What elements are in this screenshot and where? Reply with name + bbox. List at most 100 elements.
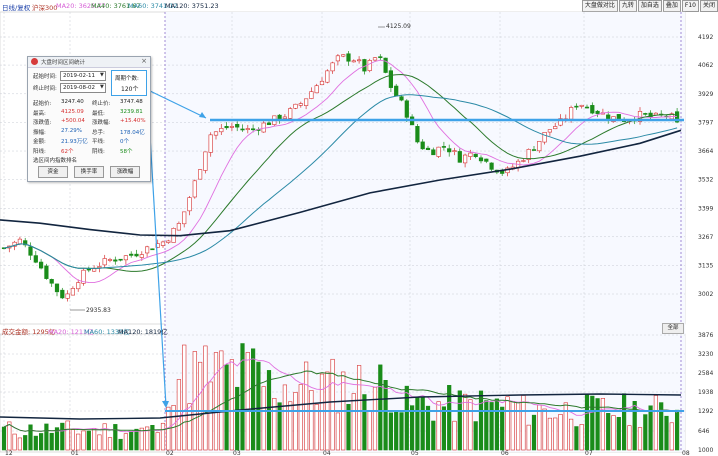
stat-label: 阴线: [92, 148, 105, 155]
stat-label: 总手: [92, 129, 105, 136]
candle-down [420, 141, 425, 150]
month-tick-label: 03 [233, 450, 241, 456]
volume-bar-down [378, 364, 383, 451]
volume-bar-up [335, 412, 341, 451]
candle-down [60, 289, 65, 299]
volume-bar-down [473, 421, 478, 451]
month-tick-label: 07 [585, 450, 593, 456]
price-tick-label: 3267 [698, 234, 713, 241]
candle-up [452, 150, 457, 152]
candle-down [394, 85, 399, 97]
volume-bar-down [129, 430, 134, 451]
candle-up [553, 126, 558, 130]
candle-up [76, 282, 81, 290]
stat-label: 振幅: [33, 129, 46, 136]
candle-up [547, 129, 552, 133]
turnover-button[interactable]: 换手率 [74, 166, 104, 178]
volume-tick-label: 2584 [698, 370, 713, 377]
app-logo-icon [31, 58, 38, 65]
candle-up [282, 116, 288, 119]
volume-bar-down [621, 393, 627, 451]
volume-bar-down [113, 424, 118, 451]
candle-down [447, 148, 452, 153]
interval-stats-dialog[interactable]: 大盘时间区间统计 × 起始时间: 2019-02-11 ▼ 终止时间: 2019… [27, 56, 151, 182]
candle-down [134, 253, 139, 257]
candle-down [44, 265, 49, 279]
volume-bar-up [372, 387, 378, 451]
candle-up [213, 131, 219, 136]
close-icon[interactable]: × [141, 57, 147, 65]
period-count-box: 周期个数: 120个 [111, 70, 147, 96]
candle-up [17, 238, 23, 245]
volume-bar-up [293, 392, 298, 451]
volume-bar-up [97, 434, 102, 451]
volume-bar-up [303, 361, 309, 451]
volume-bar-down [60, 422, 65, 451]
volume-bar-down [431, 420, 436, 451]
volume-bar-down [616, 417, 621, 451]
volume-bar-down [478, 390, 484, 451]
volume-bar-up [70, 429, 75, 451]
volume-bar-up [92, 428, 97, 451]
month-tick-label: 02 [166, 450, 174, 456]
candle-down [383, 57, 388, 73]
candle-down [457, 151, 462, 163]
volume-bar-down [1, 426, 7, 451]
candle-up [330, 62, 335, 72]
candle-up [542, 132, 547, 143]
volume-bar-down [643, 414, 648, 451]
candle-down [584, 106, 590, 109]
end-time-label: 终止时间: [33, 86, 57, 92]
stat-value: 3247.40 [61, 99, 84, 105]
volume-bar-down [584, 393, 590, 451]
volume-bar-down [388, 412, 394, 451]
candle-down [404, 100, 409, 118]
candle-up [325, 70, 330, 83]
candle-up [187, 197, 192, 212]
candle-up [229, 126, 235, 128]
volume-bar-up [182, 344, 187, 451]
candle-up [462, 154, 468, 164]
candle-down [478, 157, 484, 162]
dialog-titlebar[interactable]: 大盘时间区间统计 × [28, 57, 150, 68]
volume-bar-up [17, 437, 23, 451]
volume-bar-up [611, 415, 616, 451]
candle-up [97, 266, 102, 268]
all-button[interactable]: 全部 [662, 323, 684, 334]
volume-bar-up [526, 424, 531, 451]
candle-up [537, 140, 542, 152]
capital-button[interactable]: 资金 [38, 166, 68, 178]
stat-value: 58个 [120, 148, 133, 155]
price-tick-label: 4192 [698, 34, 713, 41]
volume-bar-up [102, 423, 107, 451]
volume-bar-up [351, 393, 356, 451]
candle-up [198, 169, 203, 180]
candle-down [235, 123, 240, 128]
volume-bar-up [123, 433, 128, 451]
volume-bar-up [65, 420, 70, 451]
stat-value: 3239.81 [120, 108, 143, 115]
change-pct-button[interactable]: 涨跌幅 [110, 166, 140, 178]
volume-tick-label: 1938 [698, 389, 713, 396]
month-tick-label: 08 [682, 450, 690, 456]
price-tick-label: 3399 [698, 205, 713, 212]
candle-down [473, 153, 478, 158]
volume-bar-down [256, 361, 261, 451]
volume-bar-up [261, 386, 266, 451]
candle-up [261, 122, 266, 133]
volume-bar-down [484, 400, 489, 451]
volume-bar-down [134, 428, 139, 451]
chevron-down-icon[interactable]: ▼ [100, 84, 104, 90]
volume-bar-up [558, 414, 563, 451]
ranking-section-label: 选区间内指数排名 [33, 158, 78, 164]
volume-tick-label: 3230 [698, 351, 713, 358]
stat-value: 62个 [61, 148, 74, 155]
chevron-down-icon[interactable]: ▼ [100, 72, 104, 78]
volume-bar-up [579, 424, 584, 451]
candle-up [293, 103, 298, 109]
volume-bar-up [515, 402, 521, 451]
volume-bar-down [457, 390, 462, 451]
volume-bar-down [595, 398, 600, 451]
candle-up [568, 107, 574, 120]
candle-down [425, 147, 431, 151]
